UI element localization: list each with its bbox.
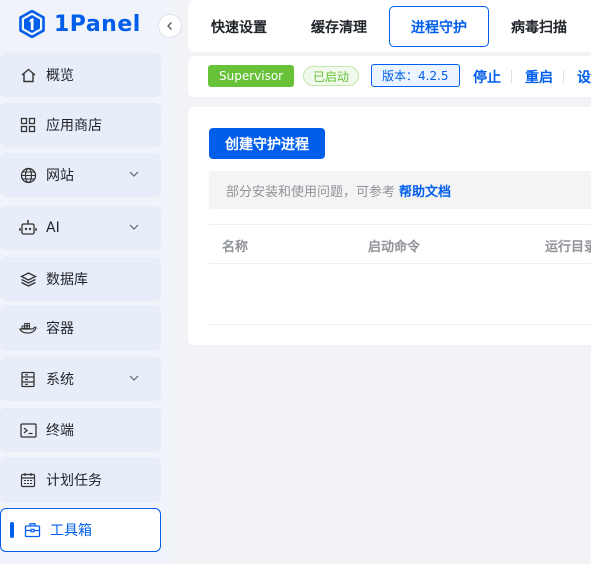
active-indicator <box>10 522 14 538</box>
create-daemon-button[interactable]: 创建守护进程 <box>209 128 325 159</box>
tab-virus-scan[interactable]: 病毒扫描 <box>496 6 582 47</box>
restart-button[interactable]: 重启 <box>525 67 553 87</box>
help-doc-link[interactable]: 帮助文档 <box>399 181 451 200</box>
process-guard-card: 创建守护进程 部分安装和使用问题，可参考 帮助文档 名称 启动命令 运行目录 <box>188 107 591 345</box>
logo-text: 1Panel <box>54 11 141 37</box>
version-badge: 版本：4.2.5 <box>371 64 460 87</box>
sidebar-item-overview[interactable]: 概览 <box>0 53 161 97</box>
robot-icon <box>19 219 37 237</box>
status-badge: 已启动 <box>303 66 360 86</box>
sidebar-item-cron[interactable]: 计划任务 <box>0 458 161 502</box>
tab-label: 进程守护 <box>411 19 467 36</box>
docker-icon <box>19 319 37 337</box>
sidebar-item-label: 系统 <box>46 372 74 388</box>
toolbox-icon <box>23 521 41 539</box>
sidebar-item-system[interactable]: 系统 <box>0 357 161 401</box>
globe-icon <box>19 166 37 184</box>
tab-label: 病毒扫描 <box>511 19 567 36</box>
tab-process-guard[interactable]: 进程守护 <box>389 6 489 47</box>
divider <box>511 70 512 83</box>
terminal-icon <box>19 421 37 439</box>
table-body-empty <box>209 264 591 325</box>
chevron-down-icon <box>129 171 139 177</box>
stop-button[interactable]: 停止 <box>473 67 501 87</box>
home-icon <box>19 66 37 84</box>
tab-quick-settings[interactable]: 快速设置 <box>196 6 282 47</box>
chevron-down-icon <box>129 224 139 230</box>
chevron-left-icon <box>167 22 172 30</box>
tab-label: 快速设置 <box>211 19 267 36</box>
apps-icon <box>19 116 37 134</box>
sidebar-item-label: 计划任务 <box>46 473 102 489</box>
service-status-bar: Supervisor 已启动 版本：4.2.5 停止 重启 设 <box>188 56 591 97</box>
sidebar-item-toolbox[interactable]: 工具箱 <box>0 508 161 552</box>
tab-cache-clean[interactable]: 缓存清理 <box>295 6 383 47</box>
sidebar-item-label: 工具箱 <box>50 523 92 539</box>
logo[interactable]: 1Panel <box>18 8 141 40</box>
settings-button[interactable]: 设 <box>577 67 591 87</box>
sidebar-item-label: 网站 <box>46 168 74 184</box>
sidebar-item-container[interactable]: 容器 <box>0 306 161 350</box>
sidebar-item-appstore[interactable]: 应用商店 <box>0 103 161 147</box>
sidebar-item-label: 数据库 <box>46 272 88 288</box>
tab-label: 缓存清理 <box>311 19 367 36</box>
chevron-down-icon <box>129 375 139 381</box>
column-header-name[interactable]: 名称 <box>222 236 248 255</box>
column-header-directory[interactable]: 运行目录 <box>545 236 591 255</box>
table-header: 名称 启动命令 运行目录 <box>209 224 591 264</box>
sidebar-item-label: AI <box>46 220 60 236</box>
sidebar-item-label: 概览 <box>46 68 74 84</box>
sidebar-item-database[interactable]: 数据库 <box>0 257 161 301</box>
sidebar-item-ai[interactable]: AI <box>0 206 161 250</box>
divider <box>563 70 564 83</box>
tab-bar: 快速设置 缓存清理 进程守护 病毒扫描 <box>188 0 591 52</box>
sidebar-item-label: 容器 <box>46 321 74 337</box>
sidebar-item-terminal[interactable]: 终端 <box>0 408 161 452</box>
layers-icon <box>19 270 37 288</box>
sidebar: 1Panel 概览 应用商店 网站 AI 数据库 容器 系统 终端 计划任务 工… <box>0 0 182 564</box>
sidebar-item-label: 终端 <box>46 423 74 439</box>
sidebar-item-label: 应用商店 <box>46 118 102 134</box>
calendar-icon <box>19 471 37 489</box>
server-icon <box>19 370 37 388</box>
help-notice: 部分安装和使用问题，可参考 帮助文档 <box>209 171 591 209</box>
column-header-command[interactable]: 启动命令 <box>368 236 420 255</box>
collapse-sidebar-button[interactable] <box>158 14 182 38</box>
service-name-badge: Supervisor <box>208 65 295 87</box>
logo-icon <box>19 10 45 38</box>
sidebar-item-website[interactable]: 网站 <box>0 153 161 197</box>
notice-text: 部分安装和使用问题，可参考 <box>226 184 396 200</box>
